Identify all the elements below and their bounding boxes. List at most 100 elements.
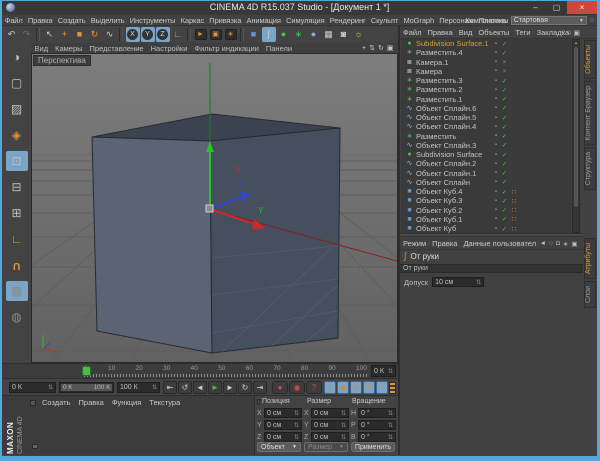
goto-end-button[interactable]: ⇥ — [253, 381, 267, 394]
add-cube-button[interactable]: ■ — [247, 27, 261, 42]
layer-toggle-icon[interactable]: ▪ — [492, 59, 500, 65]
object-name[interactable]: Объект Куб — [416, 224, 492, 233]
play-button[interactable]: ► — [208, 381, 222, 394]
layer-toggle-icon[interactable]: ▪ — [492, 226, 500, 232]
object-mode-dropdown[interactable]: Объект ▼ — [257, 442, 301, 452]
viewport-menu-item[interactable]: Представление — [86, 44, 147, 53]
panel-icon[interactable]: ▣ — [570, 240, 579, 248]
object-name[interactable]: Разместить.2 — [416, 85, 492, 94]
object-name[interactable]: Камера — [416, 67, 492, 76]
object-manager-menu-item[interactable]: Объекты — [475, 28, 512, 37]
separator[interactable] — [36, 28, 40, 41]
make-editable-button[interactable]: ◑ — [6, 47, 28, 67]
enable-state-icon[interactable]: ✓ — [500, 104, 509, 112]
playhead[interactable] — [82, 366, 91, 376]
viewport-canvas[interactable]: X Z Y — [31, 53, 398, 363]
material-menu-item[interactable]: Текстура — [145, 398, 184, 407]
menu-item[interactable]: Скульпт — [368, 16, 401, 25]
manager-tab[interactable]: Структура — [584, 147, 596, 191]
lock-workplane-button[interactable]: ▦ — [5, 281, 28, 301]
phong-tag-icon[interactable]: ∷ — [509, 188, 519, 196]
stepper-icon[interactable]: ⇅ — [386, 410, 393, 417]
record-keyframe-button[interactable]: ● — [272, 381, 288, 394]
enable-state-icon[interactable]: × — [500, 68, 509, 75]
layer-toggle-icon[interactable]: ▪ — [492, 78, 500, 84]
autokey-button[interactable]: ◉ — [289, 381, 305, 394]
pan-view-icon[interactable]: + — [361, 45, 368, 52]
stepper-icon[interactable]: ⇅ — [474, 279, 481, 286]
separator[interactable] — [240, 28, 244, 41]
separator[interactable] — [119, 28, 123, 41]
model-mode-button[interactable]: ▢ — [6, 73, 28, 93]
object-row[interactable]: ∿ Объект Сплайн.3 ▪ ✓ — [401, 141, 571, 150]
add-camera-button[interactable]: ◙ — [337, 27, 351, 42]
object-row[interactable]: ∿ Объект Сплайн.6 ▪ ✓ — [401, 104, 571, 113]
layer-toggle-icon[interactable]: ▪ — [492, 87, 500, 93]
last-used-tool[interactable]: ∿ — [103, 27, 117, 42]
object-row[interactable]: ■ Объект Куб.2 ▪ ✓ ∷ — [401, 206, 571, 215]
object-row[interactable]: ■ Объект Куб ▪ ✓ ∷ — [401, 224, 571, 233]
size-field[interactable]: 0 см ⇅ — [311, 432, 349, 442]
rotate-tool[interactable]: ↻ — [88, 27, 102, 42]
object-row[interactable]: ∿ Объект Сплайн ▪ ✓ — [401, 178, 571, 187]
gear-icon[interactable]: ∗ — [561, 240, 569, 248]
position-field[interactable]: 0 см ⇅ — [264, 408, 302, 418]
attribute-menu-item[interactable]: Правка — [429, 239, 460, 248]
object-row[interactable]: ∿ Объект Сплайн.4 ▪ ✓ — [401, 122, 571, 131]
enable-state-icon[interactable]: ✓ — [500, 188, 509, 196]
attribute-tab[interactable]: Слои — [584, 281, 596, 309]
start-frame-field[interactable]: 0 К ⇅ — [9, 382, 56, 393]
search-icon[interactable]: ○ — [548, 240, 555, 247]
size-mode-dropdown[interactable]: Размер ▼ — [304, 442, 348, 452]
points-mode-button[interactable]: ⊡ — [5, 151, 28, 171]
toggle-view-icon[interactable]: ▣ — [385, 44, 395, 52]
rotation-field[interactable]: 0 ° ⇅ — [358, 432, 396, 442]
object-manager-menu-item[interactable]: Файл — [400, 28, 424, 37]
manager-tab[interactable]: Объекты — [584, 40, 596, 79]
enable-state-icon[interactable]: ✓ — [500, 95, 509, 103]
add-light-button[interactable]: ☼ — [352, 27, 366, 42]
stepper-icon[interactable]: ⇅ — [386, 422, 393, 429]
separator[interactable] — [187, 28, 191, 41]
scroll-up-icon[interactable]: ▲ — [573, 40, 579, 46]
menu-item[interactable]: Создать — [55, 16, 88, 25]
next-key-button[interactable]: ↻ — [238, 381, 252, 394]
object-row[interactable]: ∗ Разместить.1 ▪ ✓ — [401, 95, 571, 104]
pick-arrow-icon[interactable]: ◄ — [538, 240, 547, 247]
object-name[interactable]: Объект Сплайн.4 — [416, 122, 492, 131]
enable-state-icon[interactable]: ✓ — [500, 178, 509, 186]
phong-tag-icon[interactable]: ∷ — [509, 225, 519, 233]
enable-state-icon[interactable]: ✓ — [500, 132, 509, 140]
stepper-icon[interactable]: ⇅ — [339, 410, 346, 417]
size-field[interactable]: 0 см ⇅ — [311, 408, 349, 418]
viewport-menu-item[interactable]: Фильтр индикации — [191, 44, 262, 53]
enable-state-icon[interactable]: ✓ — [500, 49, 509, 57]
viewport-menu-item[interactable]: Панели — [262, 44, 295, 53]
enable-state-icon[interactable]: ✓ — [500, 114, 509, 122]
object-name[interactable]: Разместить.3 — [416, 76, 492, 85]
stepper-icon[interactable]: ⇅ — [339, 434, 346, 441]
object-name[interactable]: Объект Сплайн — [416, 178, 492, 187]
layer-toggle-icon[interactable]: ▪ — [492, 189, 500, 195]
lock-icon[interactable]: ◘ — [554, 240, 561, 247]
scale-tool[interactable]: ■ — [73, 27, 87, 42]
object-row[interactable]: ■ Объект Куб.3 ▪ ✓ ∷ — [401, 196, 571, 205]
minimize-button[interactable]: – — [525, 1, 546, 14]
enable-axis-button[interactable]: ∟ — [6, 229, 28, 249]
object-row[interactable]: ∗ Разместить.3 ▪ ✓ — [401, 76, 571, 85]
object-manager-menu-item[interactable]: Правка — [424, 28, 455, 37]
planar-workplane-button[interactable]: ◍ — [6, 307, 28, 327]
object-name[interactable]: Subdivision Surface — [416, 150, 492, 159]
rotation-field[interactable]: 0 ° ⇅ — [358, 420, 396, 430]
menu-item[interactable]: Анимация — [244, 16, 284, 25]
coordinates-checkbox[interactable] — [257, 398, 260, 405]
layer-toggle-icon[interactable]: ▪ — [492, 198, 500, 204]
record-rotation-toggle[interactable]: ↻ — [350, 381, 362, 394]
add-deformer-button[interactable]: ● — [307, 27, 321, 42]
previous-frame-button[interactable]: ◄ — [193, 381, 207, 394]
layout-dropdown[interactable]: Стартовая ▼ — [510, 16, 587, 25]
enable-state-icon[interactable]: ✓ — [500, 77, 509, 85]
enable-state-icon[interactable]: ✓ — [500, 86, 509, 94]
object-row[interactable]: ■ Объект Куб.1 ▪ ✓ ∷ — [401, 215, 571, 224]
object-row[interactable]: ■ Объект Куб.4 ▪ ✓ ∷ — [401, 187, 571, 196]
